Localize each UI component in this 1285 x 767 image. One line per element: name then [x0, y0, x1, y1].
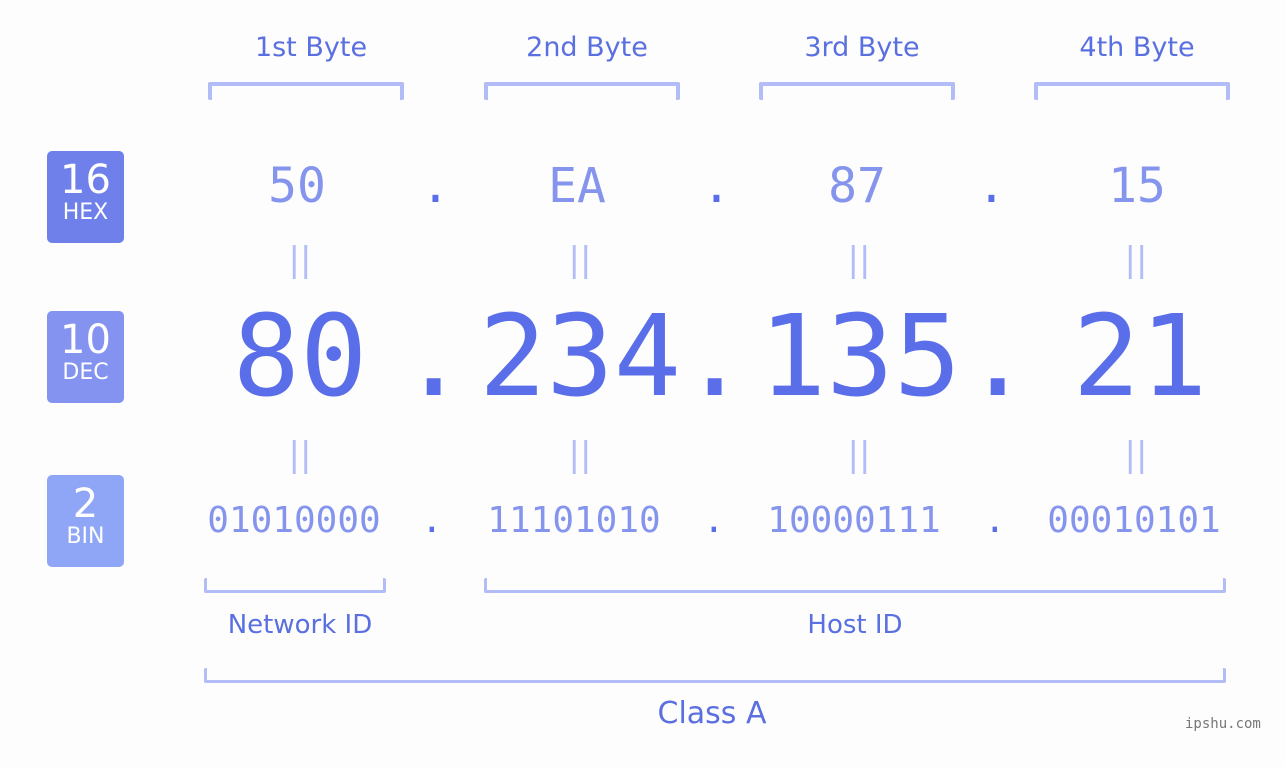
byte-label-3: 3rd Byte — [804, 32, 920, 63]
bin-byte-3: 10000111 — [767, 500, 941, 541]
hex-byte-2: EA — [548, 158, 606, 214]
watermark: ipshu.com — [1185, 716, 1261, 732]
hex-badge-label: HEX — [62, 200, 109, 225]
hex-badge-number: 16 — [60, 157, 111, 203]
byte-bracket-3 — [759, 82, 955, 100]
byte-bracket-4 — [1034, 82, 1230, 100]
bin-dot-3: . — [984, 500, 1006, 541]
hex-dot-2: . — [702, 158, 731, 214]
dec-byte-3: 135 — [758, 292, 962, 422]
byte-bracket-2 — [484, 82, 680, 100]
dec-dot-2: . — [681, 292, 749, 422]
hex-byte-1: 50 — [268, 158, 326, 214]
bin-dot-1: . — [421, 500, 443, 541]
hex-byte-3: 87 — [828, 158, 886, 214]
dec-badge-number: 10 — [60, 317, 111, 363]
equals-sign: || — [847, 435, 871, 475]
byte-label-4: 4th Byte — [1079, 32, 1195, 63]
dec-byte-1: 80 — [232, 292, 368, 422]
dec-badge: 10 DEC — [47, 311, 124, 403]
dec-byte-2: 234 — [478, 292, 682, 422]
byte-label-2: 2nd Byte — [526, 32, 648, 63]
dec-badge-label: DEC — [62, 360, 109, 385]
equals-sign: || — [568, 240, 592, 280]
host-id-bracket — [484, 578, 1226, 593]
equals-sign: || — [288, 240, 312, 280]
dec-dot-1: . — [400, 292, 468, 422]
network-id-bracket — [204, 578, 386, 593]
class-bracket — [204, 668, 1226, 683]
byte-label-1: 1st Byte — [254, 32, 368, 63]
bin-badge-label: BIN — [66, 524, 105, 549]
hex-dot-3: . — [977, 158, 1006, 214]
byte-bracket-1 — [208, 82, 404, 100]
bin-badge-number: 2 — [72, 481, 99, 527]
hex-badge: 16 HEX — [47, 151, 124, 243]
hex-dot-1: . — [421, 158, 450, 214]
equals-sign: || — [1124, 435, 1148, 475]
bin-byte-4: 00010101 — [1047, 500, 1221, 541]
equals-sign: || — [288, 435, 312, 475]
class-label: Class A — [657, 696, 767, 731]
network-id-label: Network ID — [227, 610, 373, 640]
host-id-label: Host ID — [807, 610, 903, 640]
bin-byte-1: 01010000 — [207, 500, 381, 541]
dec-dot-3: . — [964, 292, 1032, 422]
bin-dot-2: . — [703, 500, 725, 541]
equals-sign: || — [1124, 240, 1148, 280]
bin-byte-2: 11101010 — [487, 500, 661, 541]
bin-badge: 2 BIN — [47, 475, 124, 567]
equals-sign: || — [568, 435, 592, 475]
equals-sign: || — [847, 240, 871, 280]
hex-byte-4: 15 — [1108, 158, 1166, 214]
dec-byte-4: 21 — [1072, 292, 1208, 422]
